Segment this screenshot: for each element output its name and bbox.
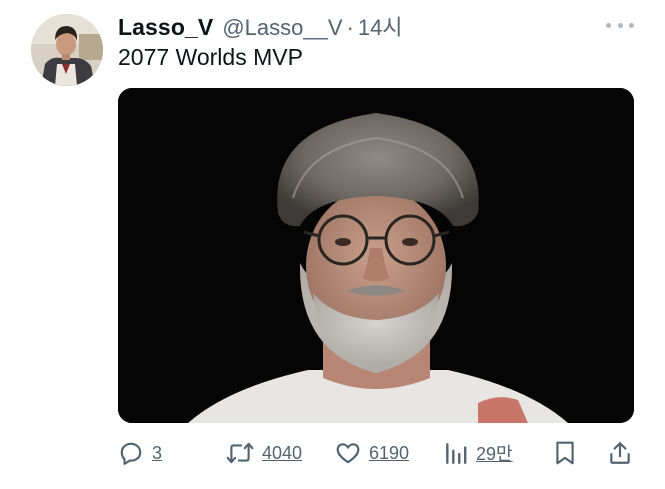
heart-icon [336,443,360,464]
more-dot [629,22,634,28]
portrait-photo [118,88,634,423]
timestamp[interactable]: 14시 [358,10,403,42]
bookmark-button[interactable] [554,438,576,468]
bookmark-icon [556,441,574,465]
tweet-media-image[interactable] [118,88,634,423]
like-button[interactable]: 6190 [335,438,409,468]
like-count: 6190 [369,442,410,463]
tweet: Lasso_V @Lasso__V · 14시 2077 Worlds MVP [0,0,665,489]
share-button[interactable] [608,438,632,468]
avatar[interactable] [31,14,103,86]
retweet-count: 4040 [262,442,303,463]
retweet-icon [226,442,254,464]
reply-button[interactable]: 3 [118,438,162,468]
more-dot [606,22,611,28]
more-dot [617,22,623,28]
avatar-image [31,14,103,86]
reply-count: 3 [152,442,163,463]
reply-icon [120,442,142,465]
user-handle[interactable]: @Lasso__V [222,15,342,41]
retweet-button[interactable]: 4040 [226,438,302,468]
views-icon [446,443,467,464]
tweet-text: 2077 Worlds MVP [118,44,303,70]
action-bar: 3 4040 6190 29만 [118,438,634,468]
more-options-icon[interactable] [606,20,634,30]
views-count: 29만 [476,444,513,464]
separator-dot: · [346,15,354,40]
display-name[interactable]: Lasso_V [118,14,213,41]
share-icon [610,442,630,464]
views-button[interactable]: 29만 [444,438,513,468]
tweet-header: Lasso_V @Lasso__V · 14시 [118,10,403,40]
